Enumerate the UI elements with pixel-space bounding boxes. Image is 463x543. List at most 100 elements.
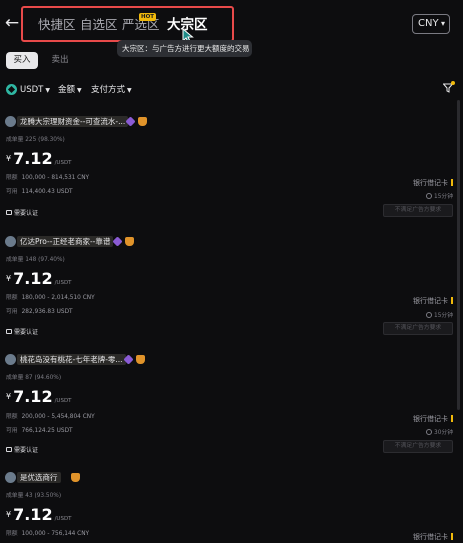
listing-card[interactable]: 桃花岛没有桃花-七年老牌-零... 成单量 87 (94.60%) ¥7.12/… bbox=[0, 354, 463, 464]
payment-method-label: 银行借记卡 bbox=[413, 533, 448, 541]
payment-method: 银行借记卡 bbox=[413, 296, 453, 306]
yen-sign: ¥ bbox=[6, 274, 12, 283]
limit-value: 100,000 - 814,531 CNY bbox=[21, 175, 90, 181]
available-value: 766,124.25 USDT bbox=[21, 428, 73, 434]
limit-label: 限额 bbox=[6, 295, 18, 301]
order-stats: 成单量 43 (93.50%) bbox=[6, 493, 62, 499]
verify-label: 需要认证 bbox=[14, 210, 39, 217]
listing-card[interactable]: 亿达Pro--正经老商家--靠谱 成单量 148 (97.40%) ¥7.12/… bbox=[0, 236, 463, 346]
order-stats: 成单量 225 (98.30%) bbox=[6, 137, 65, 143]
available-value: 282,936.83 USDT bbox=[21, 309, 73, 315]
merchant-avatar bbox=[5, 116, 16, 127]
limit-value: 100,000 - 756,144 CNY bbox=[21, 531, 90, 537]
payment-method: 银行借记卡 bbox=[413, 532, 453, 542]
available-label: 可用 bbox=[6, 309, 18, 315]
limit-label: 限额 bbox=[6, 531, 18, 537]
clock-icon bbox=[426, 193, 433, 199]
verify-required: 需要认证 bbox=[6, 327, 38, 336]
buy-tab[interactable]: 买入 bbox=[6, 52, 38, 69]
price-value: 7.12 bbox=[13, 149, 53, 168]
id-card-icon bbox=[6, 447, 12, 452]
merchant-shield-icon bbox=[71, 473, 80, 482]
limit-label: 限额 bbox=[6, 414, 18, 420]
limit-value: 180,000 - 2,014,510 CNY bbox=[21, 295, 95, 301]
requirement-not-met-button[interactable]: 不满足广告方要求 bbox=[383, 322, 453, 335]
payment-filter-label: 支付方式 bbox=[91, 85, 126, 95]
chevron-down-icon: ▼ bbox=[127, 87, 132, 94]
payment-method-label: 银行借记卡 bbox=[413, 297, 448, 305]
available-row: 可用 766,124.25 USDT bbox=[6, 425, 73, 434]
requirement-not-met-button[interactable]: 不满足广告方要求 bbox=[383, 204, 453, 217]
payment-time: 15分钟 bbox=[426, 191, 453, 200]
price-value: 7.12 bbox=[13, 505, 53, 524]
id-card-icon bbox=[6, 210, 12, 215]
merchant-name[interactable]: 亿达Pro--正经老商家--靠谱 bbox=[17, 236, 114, 247]
payment-method: 银行借记卡 bbox=[413, 414, 453, 424]
tab-self-select[interactable]: 自选区 bbox=[80, 14, 118, 33]
price-value: 7.12 bbox=[13, 387, 53, 406]
payment-color-bar bbox=[451, 415, 453, 422]
merchant-avatar bbox=[5, 472, 16, 483]
price-unit: /USDT bbox=[54, 516, 72, 522]
verified-diamond-icon bbox=[112, 236, 123, 247]
payment-method-label: 银行借记卡 bbox=[413, 179, 448, 187]
tab-quick[interactable]: 快捷区 bbox=[38, 14, 76, 33]
price: ¥7.12/USDT bbox=[6, 149, 72, 168]
scrollbar[interactable] bbox=[457, 100, 460, 410]
amount-filter[interactable]: 金额 ▼ bbox=[58, 83, 82, 98]
price-unit: /USDT bbox=[54, 398, 72, 404]
clock-icon bbox=[426, 429, 433, 435]
merchant-name[interactable]: 是优选商行 bbox=[17, 472, 61, 483]
id-card-icon bbox=[6, 329, 12, 334]
verify-label: 需要认证 bbox=[14, 329, 39, 336]
limit-row: 限额 180,000 - 2,014,510 CNY bbox=[6, 292, 95, 301]
filter-bar: USDT ▼ 金额 ▼ 支付方式 ▼ bbox=[0, 80, 463, 100]
merchant-name[interactable]: 桃花岛没有桃花-七年老牌-零... bbox=[17, 354, 126, 365]
clock-icon bbox=[426, 312, 433, 318]
merchant-avatar bbox=[5, 354, 16, 365]
requirement-not-met-button[interactable]: 不满足广告方要求 bbox=[383, 440, 453, 453]
price: ¥7.12/USDT bbox=[6, 269, 72, 288]
available-label: 可用 bbox=[6, 428, 18, 434]
chevron-down-icon: ▾ bbox=[440, 19, 445, 28]
yen-sign: ¥ bbox=[6, 510, 12, 519]
verify-required: 需要认证 bbox=[6, 208, 38, 217]
bulk-zone-tooltip: 大宗区：与广告方进行更大额度的交易 bbox=[117, 40, 252, 57]
limit-value: 200,000 - 5,454,804 CNY bbox=[21, 414, 95, 420]
price-unit: /USDT bbox=[54, 160, 72, 166]
merchant-name[interactable]: 龙腾大宗理财资金--可查流水-... bbox=[17, 116, 129, 127]
payment-color-bar bbox=[451, 533, 453, 540]
coin-filter[interactable]: USDT ▼ bbox=[20, 83, 50, 98]
listing-card[interactable]: 龙腾大宗理财资金--可查流水-... 成单量 225 (98.30%) ¥7.1… bbox=[0, 116, 463, 226]
limit-row: 限额 100,000 - 756,144 CNY bbox=[6, 528, 89, 537]
back-arrow-icon[interactable]: ← bbox=[4, 14, 20, 32]
merchant-shield-icon bbox=[125, 237, 134, 246]
currency-value: CNY bbox=[418, 18, 439, 29]
filter-active-dot bbox=[451, 81, 455, 85]
price: ¥7.12/USDT bbox=[6, 387, 72, 406]
chevron-down-icon: ▼ bbox=[77, 87, 82, 94]
currency-select[interactable]: CNY ▾ bbox=[412, 14, 450, 34]
verify-required: 需要认证 bbox=[6, 445, 38, 454]
coin-filter-label: USDT bbox=[20, 85, 44, 95]
limit-row: 限额 200,000 - 5,454,804 CNY bbox=[6, 411, 95, 420]
yen-sign: ¥ bbox=[6, 154, 12, 163]
sell-tab[interactable]: 卖出 bbox=[44, 52, 76, 69]
merchant-shield-icon bbox=[136, 355, 145, 364]
usdt-coin-icon bbox=[6, 84, 17, 95]
available-label: 可用 bbox=[6, 189, 18, 195]
available-row: 可用 114,400.43 USDT bbox=[6, 186, 73, 195]
verify-label: 需要认证 bbox=[14, 447, 39, 454]
merchant-avatar bbox=[5, 236, 16, 247]
price-unit: /USDT bbox=[54, 280, 72, 286]
price: ¥7.12/USDT bbox=[6, 505, 72, 524]
payment-time: 30分钟 bbox=[426, 427, 453, 436]
payment-time-value: 15分钟 bbox=[434, 194, 453, 200]
amount-filter-label: 金额 bbox=[58, 85, 76, 95]
available-row: 可用 282,936.83 USDT bbox=[6, 306, 73, 315]
yen-sign: ¥ bbox=[6, 392, 12, 401]
listing-card[interactable]: 是优选商行 成单量 43 (93.50%) ¥7.12/USDT 限额 100,0… bbox=[0, 472, 463, 543]
payment-method: 银行借记卡 bbox=[413, 178, 453, 188]
payment-method-label: 银行借记卡 bbox=[413, 415, 448, 423]
payment-filter[interactable]: 支付方式 ▼ bbox=[91, 83, 132, 98]
